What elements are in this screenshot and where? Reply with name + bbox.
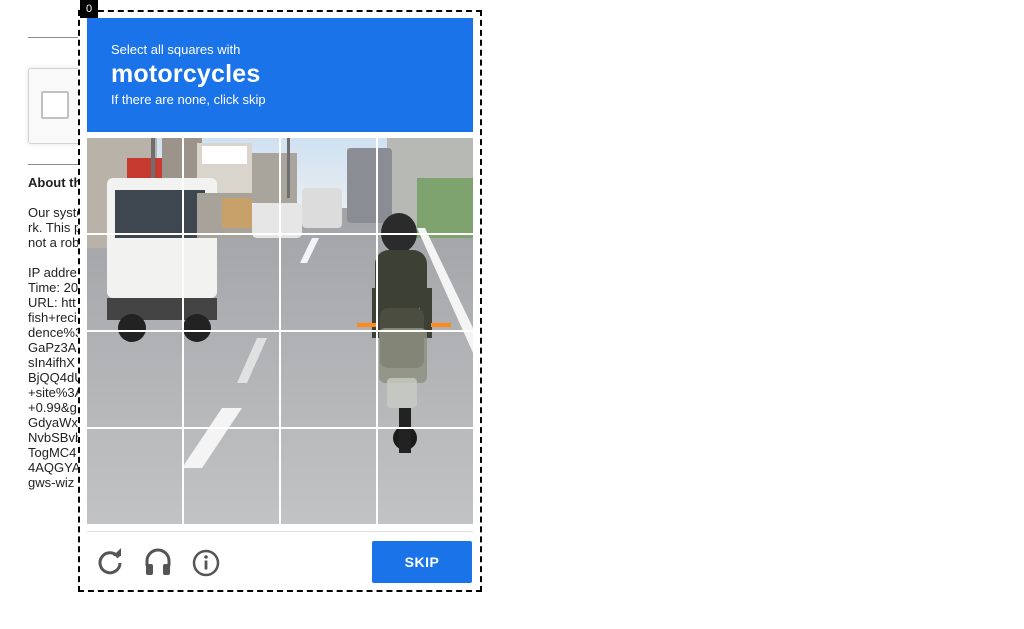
grid-tile-r2-c1[interactable] bbox=[87, 235, 182, 330]
info-line: dence%3 bbox=[28, 325, 83, 340]
tile-image bbox=[378, 235, 473, 330]
tile-image bbox=[378, 429, 473, 524]
info-line: Our syste bbox=[28, 205, 84, 220]
grid-tile-r3-c3[interactable] bbox=[281, 332, 376, 427]
info-line: 4AQGYA bbox=[28, 460, 81, 475]
instruction-text: Select all squares with bbox=[111, 42, 241, 57]
grid-tile-r4-c4[interactable] bbox=[378, 429, 473, 524]
grid-tile-r1-c2[interactable] bbox=[184, 138, 279, 233]
info-line: Time: 20 bbox=[28, 280, 79, 295]
tile-image bbox=[281, 235, 376, 330]
recaptcha-checkbox[interactable] bbox=[41, 91, 69, 119]
info-line: BjQQ4dU bbox=[28, 370, 84, 385]
grid-tile-r4-c2[interactable] bbox=[184, 429, 279, 524]
about-heading: About th bbox=[28, 175, 82, 190]
grid-tile-r1-c4[interactable] bbox=[378, 138, 473, 233]
footer-divider bbox=[87, 531, 473, 532]
tile-image bbox=[184, 429, 279, 524]
image-grid bbox=[87, 138, 473, 524]
info-line: NvbSBvb bbox=[28, 430, 83, 445]
tile-image bbox=[281, 332, 376, 427]
instruction-hint: If there are none, click skip bbox=[111, 92, 266, 107]
info-line: +site%3A bbox=[28, 385, 84, 400]
tile-image bbox=[87, 332, 182, 427]
info-icon[interactable] bbox=[190, 546, 222, 578]
tile-image bbox=[87, 138, 182, 233]
tile-image bbox=[184, 332, 279, 427]
info-line: GdyaWx bbox=[28, 415, 78, 430]
skip-button[interactable]: SKIP bbox=[372, 541, 472, 583]
tile-image bbox=[184, 138, 279, 233]
tile-image bbox=[281, 429, 376, 524]
grid-tile-r2-c3[interactable] bbox=[281, 235, 376, 330]
info-line: GaPz3A bbox=[28, 340, 77, 355]
tile-image bbox=[378, 138, 473, 233]
grid-tile-r4-c3[interactable] bbox=[281, 429, 376, 524]
grid-tile-r4-c1[interactable] bbox=[87, 429, 182, 524]
grid-tile-r1-c3[interactable] bbox=[281, 138, 376, 233]
info-line: URL: htt bbox=[28, 295, 76, 310]
info-line: sIn4ifhX bbox=[28, 355, 75, 370]
info-line: IP addre bbox=[28, 265, 77, 280]
tile-image bbox=[378, 332, 473, 427]
grid-tile-r1-c1[interactable] bbox=[87, 138, 182, 233]
reload-icon[interactable] bbox=[94, 546, 126, 578]
target-object-label: motorcycles bbox=[111, 60, 261, 88]
tile-image bbox=[184, 235, 279, 330]
tile-image bbox=[87, 429, 182, 524]
headphones-icon[interactable] bbox=[142, 546, 174, 578]
grid-tile-r3-c2[interactable] bbox=[184, 332, 279, 427]
info-line: not a rob bbox=[28, 235, 80, 250]
tile-image bbox=[281, 138, 376, 233]
grid-tile-r3-c1[interactable] bbox=[87, 332, 182, 427]
grid-tile-r2-c4[interactable] bbox=[378, 235, 473, 330]
info-line: +0.99&g bbox=[28, 400, 77, 415]
info-line: gws-wiz bbox=[28, 475, 75, 490]
info-line: TogMC4 bbox=[28, 445, 77, 460]
frame-index-marker: 0 bbox=[80, 0, 98, 18]
challenge-header: Select all squares with motorcycles If t… bbox=[87, 18, 473, 132]
grid-tile-r3-c4[interactable] bbox=[378, 332, 473, 427]
tile-image bbox=[87, 235, 182, 330]
info-line: fish+reci bbox=[28, 310, 77, 325]
info-line: rk. This p bbox=[28, 220, 82, 235]
grid-tile-r2-c2[interactable] bbox=[184, 235, 279, 330]
